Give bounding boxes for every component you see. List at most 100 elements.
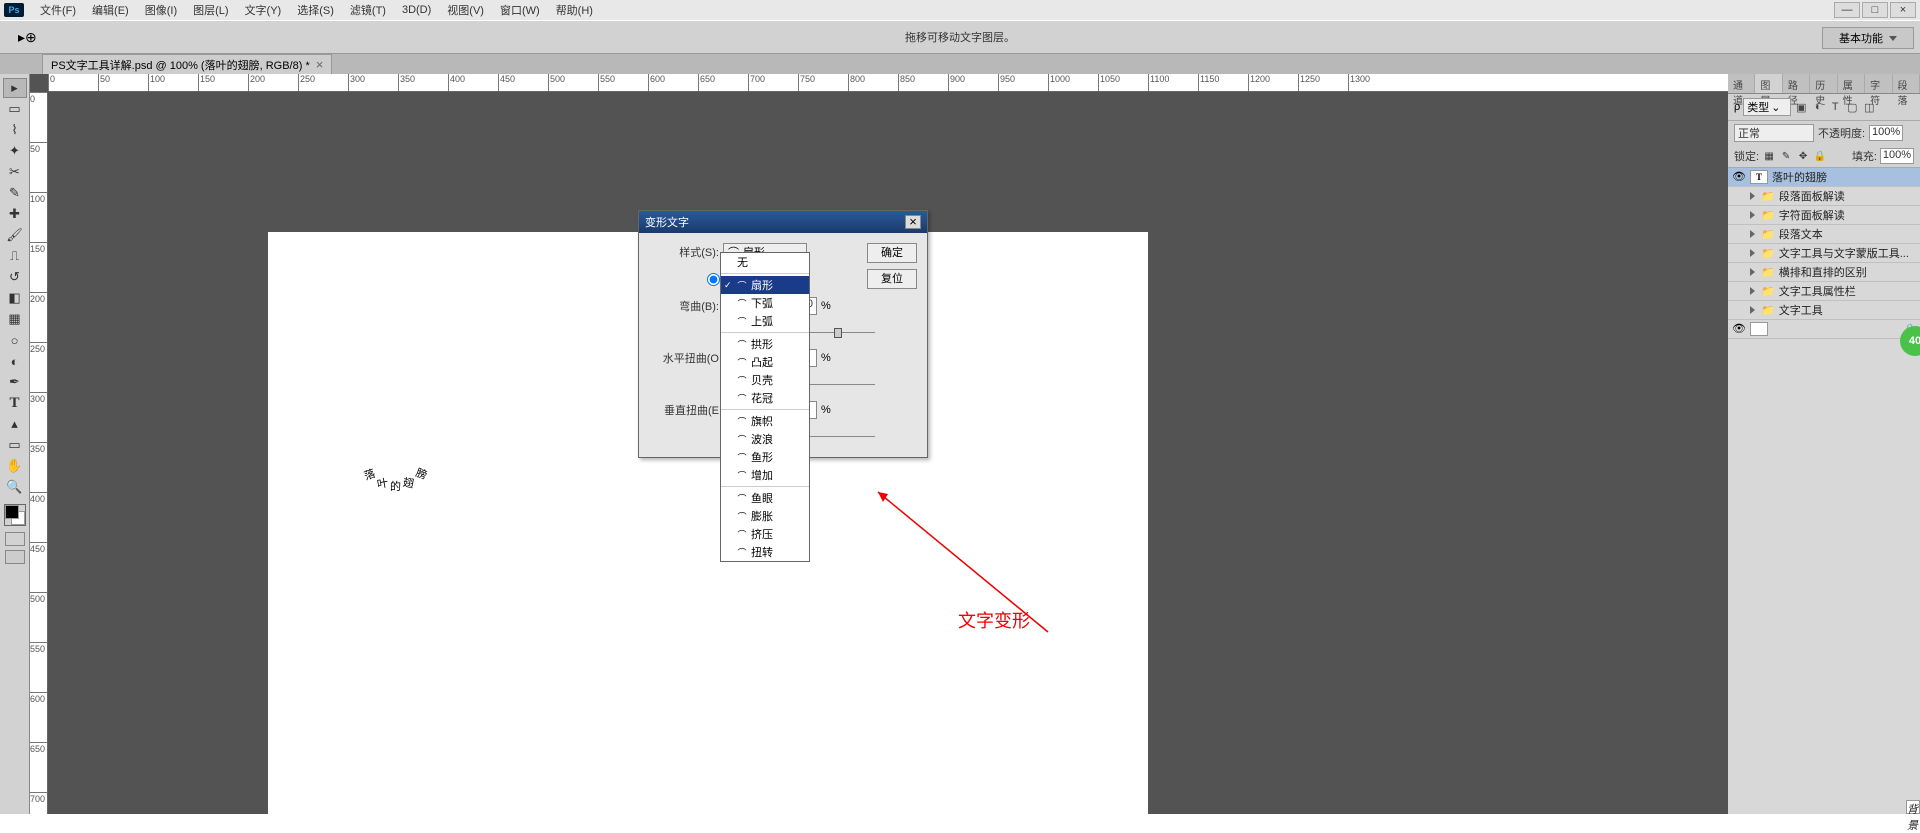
tab-channels[interactable]: 通道 [1728,74,1755,93]
dropdown-item[interactable]: ⌒拱形 [721,335,809,353]
dropdown-item[interactable]: ⌒扭转 [721,543,809,561]
tab-close-icon[interactable]: × [316,57,324,72]
menu-view[interactable]: 视图(V) [439,2,492,18]
move-tool[interactable]: ▸ [3,78,27,98]
maximize-button[interactable]: □ [1862,2,1888,18]
dodge-tool[interactable]: ◐ [3,351,27,371]
quick-mask-toggle[interactable] [5,532,25,546]
dialog-titlebar[interactable]: 变形文字 × [639,211,927,233]
dropdown-item[interactable]: ⌒花冠 [721,389,809,407]
brush-tool[interactable]: 🖌 [3,225,27,245]
history-brush-tool[interactable]: ↺ [3,267,27,287]
layer-row[interactable]: 👁背景🔒 [1728,320,1920,339]
tab-paragraph[interactable]: 段落 [1893,74,1920,93]
hand-tool[interactable]: ✋ [3,456,27,476]
lock-transparent-icon[interactable]: ▦ [1762,149,1776,163]
menu-layer[interactable]: 图层(L) [185,2,236,18]
layer-row[interactable]: 📁横排和直排的区别 [1728,263,1920,282]
layer-row[interactable]: 📁文字工具 [1728,301,1920,320]
fill-input[interactable]: 100% [1880,148,1914,164]
blend-mode-select[interactable]: 正常 [1734,124,1814,142]
menu-3d[interactable]: 3D(D) [394,4,439,16]
layer-row[interactable]: 📁文字工具属性栏 [1728,282,1920,301]
layer-row[interactable]: 👁T落叶的翅膀 [1728,168,1920,187]
dropdown-item[interactable]: ⌒下弧 [721,294,809,312]
dropdown-item[interactable]: 无 [721,253,809,271]
healing-brush-tool[interactable]: ✚ [3,204,27,224]
dropdown-item[interactable]: ⌒膨胀 [721,507,809,525]
dropdown-item[interactable]: ⌒鱼眼 [721,489,809,507]
opacity-input[interactable]: 100% [1869,125,1903,141]
layer-row[interactable]: 📁段落文本 [1728,225,1920,244]
dropdown-item[interactable]: ⌒扇形 [721,276,809,294]
visibility-toggle[interactable] [1732,284,1746,298]
visibility-toggle[interactable] [1732,303,1746,317]
workspace-switcher[interactable]: 基本功能 [1822,27,1914,49]
type-tool[interactable]: T [3,393,27,413]
dropdown-item[interactable]: ⌒鱼形 [721,448,809,466]
dropdown-item[interactable]: ⌒增加 [721,466,809,484]
layer-row[interactable]: 📁文字工具与文字蒙版工具... [1728,244,1920,263]
tab-properties[interactable]: 属性 [1838,74,1865,93]
filter-adjust-icon[interactable]: ◐ [1811,100,1825,114]
gradient-tool[interactable]: ▦ [3,309,27,329]
lock-all-icon[interactable]: 🔒 [1813,149,1827,163]
dropdown-item[interactable]: ⌒挤压 [721,525,809,543]
lock-position-icon[interactable]: ✥ [1796,149,1810,163]
warped-text-layer[interactable]: 落叶的翅膀 [364,450,429,477]
pen-tool[interactable]: ✒ [3,372,27,392]
menu-type[interactable]: 文字(Y) [237,2,290,18]
visibility-toggle[interactable] [1732,227,1746,241]
layer-row[interactable]: 📁字符面板解读 [1728,206,1920,225]
document-tab[interactable]: PS文字工具详解.psd @ 100% (落叶的翅膀, RGB/8) * × [42,54,332,75]
eraser-tool[interactable]: ◧ [3,288,27,308]
menu-window[interactable]: 窗口(W) [492,2,548,18]
close-button[interactable]: × [1890,2,1916,18]
visibility-toggle[interactable]: 👁 [1732,170,1746,184]
menu-edit[interactable]: 编辑(E) [84,2,137,18]
menu-filter[interactable]: 滤镜(T) [342,2,394,18]
ok-button[interactable]: 确定 [867,243,917,263]
dropdown-item[interactable]: ⌒贝壳 [721,371,809,389]
visibility-toggle[interactable] [1732,189,1746,203]
visibility-toggle[interactable] [1732,265,1746,279]
filter-pixel-icon[interactable]: ▣ [1794,100,1808,114]
tab-history[interactable]: 历史 [1810,74,1837,93]
pct-label: % [821,404,831,416]
visibility-toggle[interactable] [1732,246,1746,260]
menu-image[interactable]: 图像(I) [137,2,185,18]
lock-pixel-icon[interactable]: ✎ [1779,149,1793,163]
tab-layers[interactable]: 图层 [1755,74,1782,93]
crop-tool[interactable]: ✂ [3,162,27,182]
tab-character[interactable]: 字符 [1865,74,1892,93]
visibility-toggle[interactable]: 👁 [1732,322,1746,336]
minimize-button[interactable]: — [1834,2,1860,18]
layer-row[interactable]: 📁段落面板解读 [1728,187,1920,206]
dropdown-item[interactable]: ⌒上弧 [721,312,809,330]
dropdown-item[interactable]: ⌒波浪 [721,430,809,448]
dialog-close-button[interactable]: × [905,215,921,229]
dropdown-item[interactable]: ⌒凸起 [721,353,809,371]
marquee-tool[interactable]: ▭ [3,99,27,119]
clone-stamp-tool[interactable]: ⎍ [3,246,27,266]
filter-smart-icon[interactable]: ◫ [1862,100,1876,114]
tab-paths[interactable]: 路径 [1783,74,1810,93]
eyedropper-tool[interactable]: ✎ [3,183,27,203]
path-selection-tool[interactable]: ▴ [3,414,27,434]
visibility-toggle[interactable] [1732,208,1746,222]
zoom-tool[interactable]: 🔍 [3,477,27,497]
screen-mode-toggle[interactable] [5,550,25,564]
filter-type-icon[interactable]: T [1828,100,1842,114]
shape-tool[interactable]: ▭ [3,435,27,455]
lasso-tool[interactable]: ⌇ [3,120,27,140]
dropdown-item[interactable]: ⌒旗帜 [721,412,809,430]
layer-filter-type[interactable]: 类型⌄ [1743,98,1791,116]
filter-shape-icon[interactable]: ▢ [1845,100,1859,114]
menu-help[interactable]: 帮助(H) [548,2,601,18]
menu-file[interactable]: 文件(F) [32,2,84,18]
blur-tool[interactable]: ○ [3,330,27,350]
menu-select[interactable]: 选择(S) [289,2,342,18]
magic-wand-tool[interactable]: ✦ [3,141,27,161]
reset-button[interactable]: 复位 [867,269,917,289]
color-swatch[interactable] [4,504,26,526]
